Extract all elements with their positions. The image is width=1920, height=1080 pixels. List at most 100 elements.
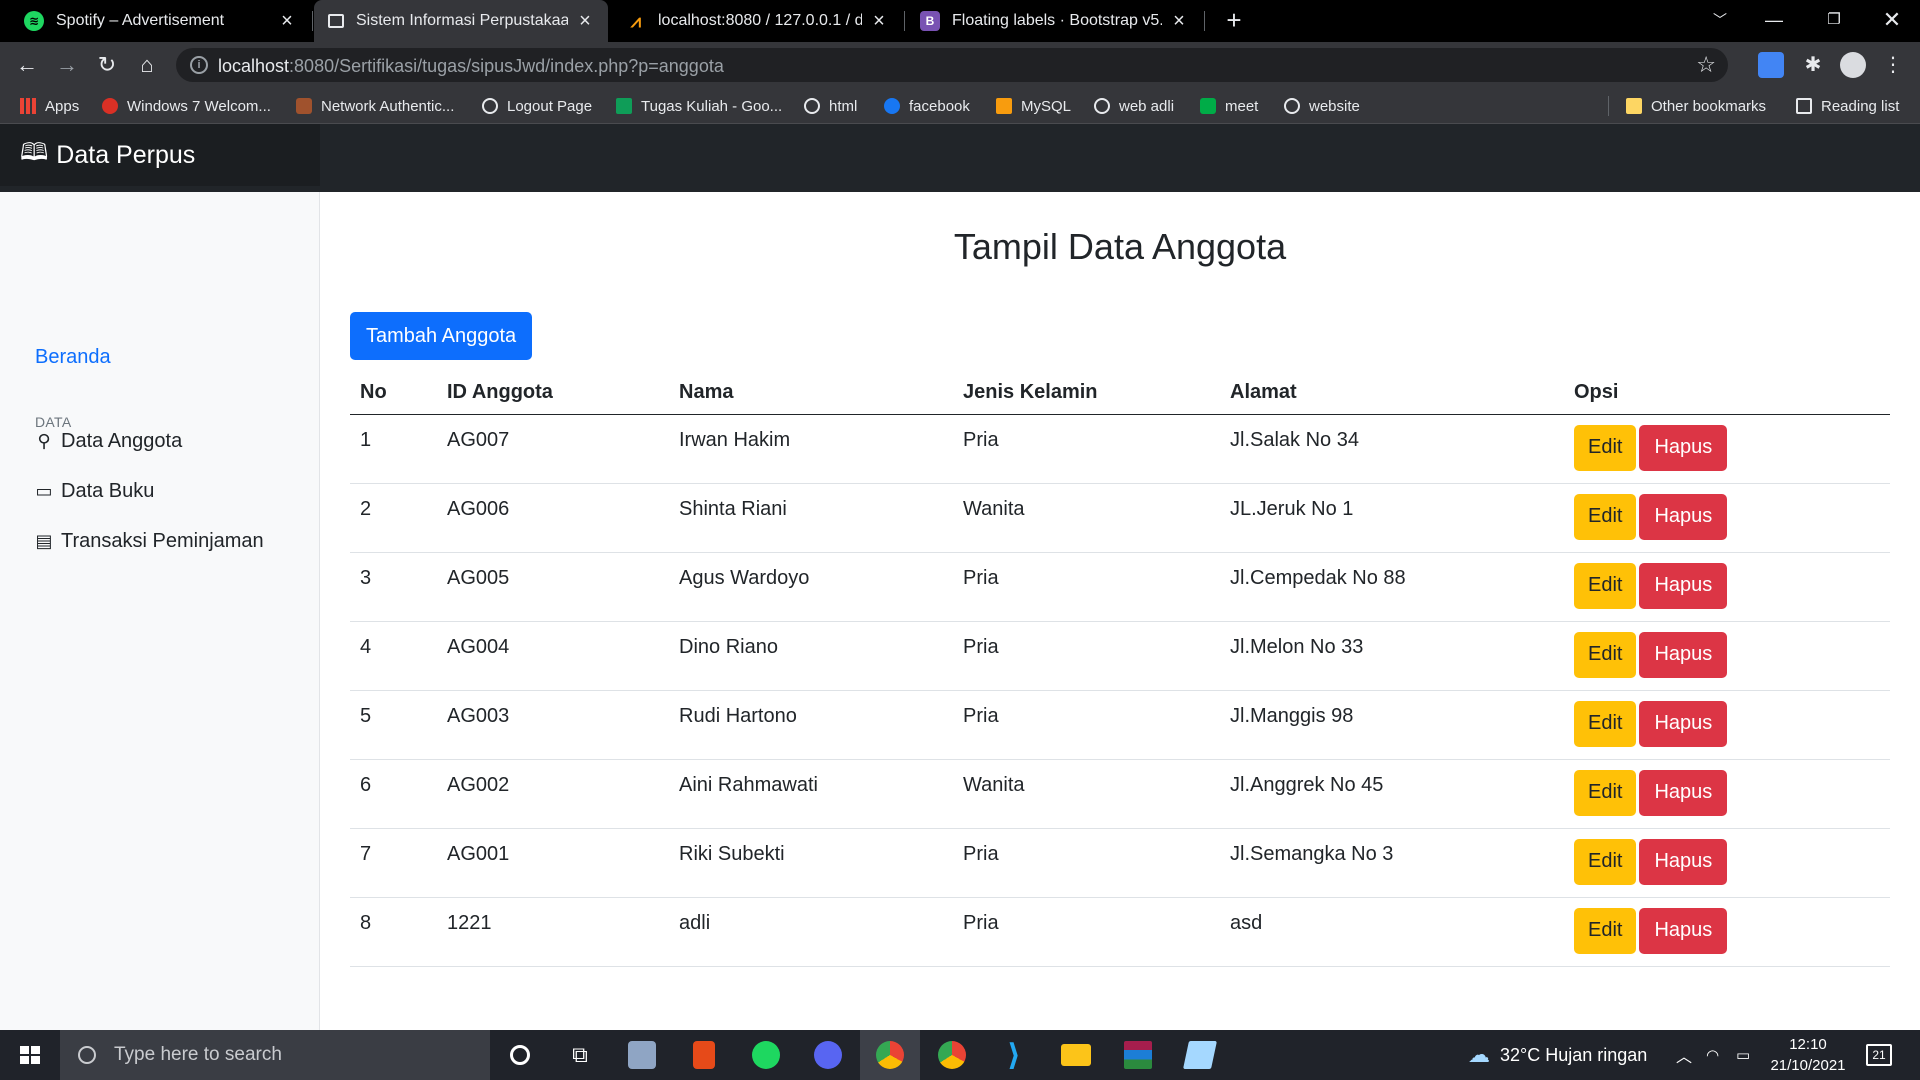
cortana-icon[interactable] <box>490 1030 550 1080</box>
edit-button[interactable]: Edit <box>1574 769 1637 816</box>
edit-button[interactable]: Edit <box>1574 562 1637 609</box>
sidebar-item-beranda[interactable]: Beranda <box>35 346 111 369</box>
bookmark-other[interactable]: Other bookmarks <box>1626 88 1766 124</box>
sidebar-item-data-anggota[interactable]: ⚲ Data Anggota <box>35 430 182 453</box>
close-icon[interactable]: × <box>278 10 296 33</box>
reload-button[interactable]: ↻ <box>92 50 122 80</box>
notification-icon: 21 <box>1866 1044 1892 1066</box>
main-content: Tampil Data Anggota Tambah Anggota No ID… <box>320 192 1920 1030</box>
bookmark-website[interactable]: website <box>1284 88 1360 124</box>
cell-opsi: Edit Hapus <box>1564 483 1890 553</box>
back-button[interactable]: ← <box>12 50 42 80</box>
tab-bootstrap[interactable]: B Floating labels · Bootstrap v5.1 × <box>906 0 1202 42</box>
hapus-button[interactable]: Hapus <box>1639 631 1728 678</box>
notepad-icon[interactable] <box>1170 1030 1230 1080</box>
chrome-profile-icon[interactable] <box>922 1030 982 1080</box>
tab-search-icon[interactable]: ﹀ <box>1690 0 1750 42</box>
close-window-button[interactable]: ✕ <box>1862 0 1920 42</box>
edit-button[interactable]: Edit <box>1574 424 1637 471</box>
system-clock[interactable]: 12:10 21/10/2021 <box>1766 1034 1850 1076</box>
bookmark-meet[interactable]: meet <box>1200 88 1258 124</box>
hapus-button[interactable]: Hapus <box>1639 700 1728 747</box>
sidebar-item-transaksi[interactable]: ▤ Transaksi Peminjaman <box>35 530 263 553</box>
cell-no: 7 <box>350 828 437 898</box>
file-explorer-icon[interactable] <box>1046 1030 1106 1080</box>
bookmark-windows7[interactable]: Windows 7 Welcom... <box>102 88 271 124</box>
hapus-button[interactable]: Hapus <box>1639 907 1728 954</box>
home-button[interactable]: ⌂ <box>132 50 162 80</box>
cell-alamat: JL.Jeruk No 1 <box>1220 483 1564 553</box>
bookmark-facebook[interactable]: facebook <box>884 88 970 124</box>
battery-icon[interactable]: ▭ <box>1736 1030 1750 1080</box>
spotify-icon[interactable] <box>736 1030 796 1080</box>
bookmark-tugas-kuliah[interactable]: Tugas Kuliah - Goo... <box>616 88 782 124</box>
hapus-button[interactable]: Hapus <box>1639 769 1728 816</box>
edit-button[interactable]: Edit <box>1574 631 1637 678</box>
column-header-jenis-kelamin: Jenis Kelamin <box>953 372 1220 415</box>
browser-tab-strip: ≋ Spotify – Advertisement × Sistem Infor… <box>0 0 1920 42</box>
bookmark-star-icon[interactable]: ☆ <box>1696 52 1716 78</box>
tab-spotify[interactable]: ≋ Spotify – Advertisement × <box>10 0 310 42</box>
cell-nama: Agus Wardoyo <box>669 552 953 622</box>
menu-icon[interactable]: ⋮ <box>1880 52 1906 78</box>
close-icon[interactable]: × <box>576 10 594 33</box>
snipping-tool-icon[interactable] <box>612 1030 672 1080</box>
forward-button[interactable]: → <box>52 50 82 80</box>
extensions-icon[interactable]: ✱ <box>1800 52 1826 78</box>
bookmark-network-auth[interactable]: Network Authentic... <box>296 88 454 124</box>
restore-button[interactable]: ❐ <box>1804 0 1864 42</box>
sheets-icon <box>616 98 632 114</box>
discord-icon[interactable] <box>798 1030 858 1080</box>
info-icon[interactable]: i <box>190 56 208 74</box>
windows-icon <box>20 1046 40 1064</box>
reading-list-icon <box>1796 98 1812 114</box>
hapus-button[interactable]: Hapus <box>1639 493 1728 540</box>
network-icon[interactable]: ◠ <box>1706 1030 1719 1080</box>
minimize-button[interactable]: — <box>1744 0 1804 42</box>
bookmark-logout[interactable]: Logout Page <box>482 88 592 124</box>
bookmark-web-adli[interactable]: web adli <box>1094 88 1174 124</box>
chrome-icon[interactable] <box>860 1030 920 1080</box>
weather-widget[interactable]: ☁ 32°C Hujan ringan <box>1468 1030 1647 1080</box>
edit-button[interactable]: Edit <box>1574 700 1637 747</box>
cell-id-anggota: AG007 <box>437 414 669 484</box>
edit-button[interactable]: Edit <box>1574 493 1637 540</box>
start-button[interactable] <box>0 1030 60 1080</box>
close-icon[interactable]: × <box>870 10 888 33</box>
notifications-button[interactable]: 21 <box>1866 1030 1892 1080</box>
edit-button[interactable]: Edit <box>1574 838 1637 885</box>
task-view-icon[interactable]: ⧉ <box>550 1030 610 1080</box>
profile-avatar[interactable] <box>1840 52 1866 78</box>
journal-icon: ▤ <box>35 531 53 551</box>
taskbar-search-input[interactable]: Type here to search <box>60 1030 490 1080</box>
hapus-button[interactable]: Hapus <box>1639 838 1728 885</box>
add-anggota-button[interactable]: Tambah Anggota <box>350 312 533 360</box>
winrar-icon[interactable] <box>1108 1030 1168 1080</box>
hapus-button[interactable]: Hapus <box>1639 424 1728 471</box>
top-navbar: 🕮 Data Perpus <box>0 124 1920 192</box>
cell-opsi: Edit Hapus <box>1564 690 1890 760</box>
phpmyadmin-icon <box>996 98 1012 114</box>
reading-list[interactable]: Reading list <box>1796 88 1899 124</box>
cell-no: 2 <box>350 483 437 553</box>
tab-sistem-informasi[interactable]: Sistem Informasi Perpustakaan × <box>314 0 608 42</box>
tab-phpmyadmin[interactable]: ⩘ localhost:8080 / 127.0.0.1 / dbpu × <box>612 0 902 42</box>
new-tab-button[interactable]: + <box>1220 6 1248 34</box>
bookmark-mysql[interactable]: MySQL <box>996 88 1071 124</box>
hapus-button[interactable]: Hapus <box>1639 562 1728 609</box>
table-row: 6 AG002 Aini Rahmawati Wanita Jl.Anggrek No … <box>350 759 1890 829</box>
translate-extension-icon[interactable] <box>1758 52 1784 78</box>
show-hidden-icons[interactable]: ︿ <box>1676 1030 1692 1080</box>
sidebar-item-data-buku[interactable]: ▭ Data Buku <box>35 480 154 503</box>
navbar-brand[interactable]: 🕮 Data Perpus <box>0 124 320 186</box>
edit-button[interactable]: Edit <box>1574 907 1637 954</box>
globe-icon <box>804 98 820 114</box>
bookmark-apps[interactable]: Apps <box>20 88 79 124</box>
office-icon[interactable] <box>674 1030 734 1080</box>
vscode-icon[interactable]: ⟩ <box>984 1030 1044 1080</box>
address-bar[interactable]: i localhost:8080/Sertifikasi/tugas/sipus… <box>176 48 1728 82</box>
cell-nama: Aini Rahmawati <box>669 759 953 829</box>
bookmark-html[interactable]: html <box>804 88 857 124</box>
close-icon[interactable]: × <box>1170 10 1188 33</box>
cell-opsi: Edit Hapus <box>1564 897 1890 967</box>
